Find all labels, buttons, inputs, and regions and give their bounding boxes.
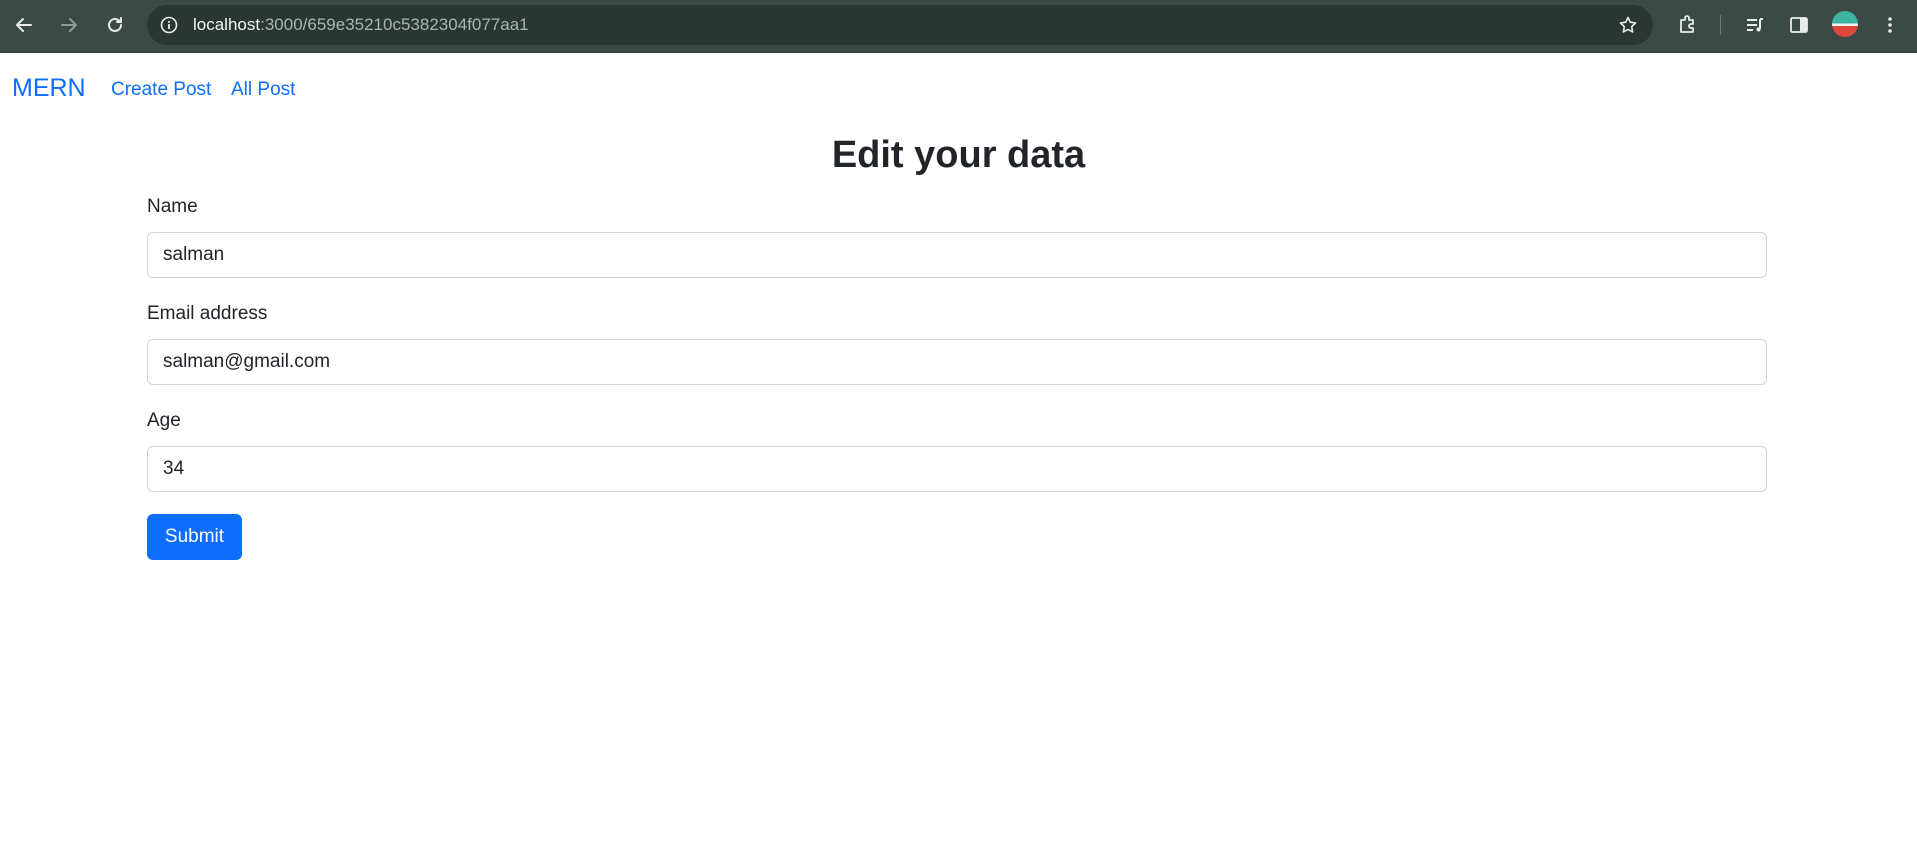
toolbar-separator [1720, 15, 1721, 35]
address-bar[interactable]: localhost:3000/659e35210c5382304f077aa1 [147, 5, 1653, 45]
age-input[interactable] [147, 446, 1767, 492]
info-icon[interactable] [159, 15, 179, 35]
profile-avatar[interactable] [1832, 11, 1858, 37]
brand-link[interactable]: MERN [12, 74, 86, 103]
site-navbar: MERN Create Post All Post [0, 54, 1917, 126]
browser-toolbar: localhost:3000/659e35210c5382304f077aa1 [0, 0, 1917, 53]
nav-link-all-post[interactable]: All Post [231, 79, 295, 101]
email-input[interactable] [147, 339, 1767, 385]
forward-arrow-icon[interactable] [54, 10, 84, 40]
url-path: :3000/659e35210c5382304f077aa1 [260, 15, 529, 34]
back-arrow-icon[interactable] [9, 10, 39, 40]
star-icon[interactable] [1617, 14, 1639, 36]
email-label: Email address [147, 303, 268, 324]
name-input[interactable] [147, 232, 1767, 278]
url-text[interactable]: localhost:3000/659e35210c5382304f077aa1 [193, 5, 529, 45]
name-label: Name [147, 196, 198, 217]
submit-button[interactable]: Submit [147, 514, 242, 560]
reload-icon[interactable] [100, 10, 130, 40]
page-title: Edit your data [831, 134, 1086, 176]
url-host: localhost [193, 15, 261, 34]
extensions-icon[interactable] [1674, 11, 1702, 39]
age-label: Age [147, 410, 181, 431]
more-vert-icon[interactable] [1876, 11, 1904, 39]
side-panel-icon[interactable] [1785, 11, 1813, 39]
media-controls-icon[interactable] [1741, 11, 1769, 39]
nav-link-create-post[interactable]: Create Post [111, 79, 211, 101]
